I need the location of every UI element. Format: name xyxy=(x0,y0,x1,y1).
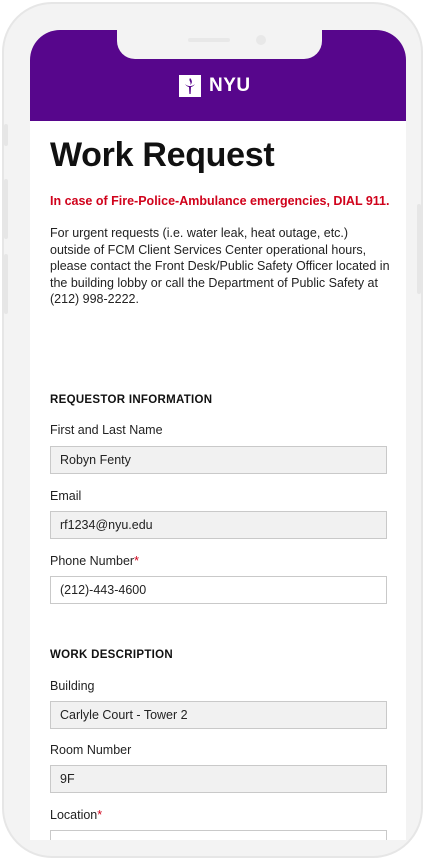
main-content: Work Request In case of Fire-Police-Ambu… xyxy=(50,133,390,308)
side-button xyxy=(4,179,8,239)
phone-notch xyxy=(117,30,322,59)
email-field[interactable]: rf1234@nyu.edu xyxy=(50,511,387,539)
email-label: Email xyxy=(50,489,82,503)
building-field[interactable]: Carlyle Court - Tower 2 xyxy=(50,701,387,729)
location-label: Location* xyxy=(50,808,102,822)
phone-label: Phone Number* xyxy=(50,554,139,568)
location-label-text: Location xyxy=(50,808,98,822)
room-label: Room Number xyxy=(50,743,132,757)
location-field[interactable] xyxy=(50,830,387,840)
required-asterisk: * xyxy=(134,554,139,568)
emergency-notice: In case of Fire-Police-Ambulance emergen… xyxy=(50,194,390,208)
room-field[interactable]: 9F xyxy=(50,765,387,793)
speaker-grille xyxy=(188,38,230,42)
page-title: Work Request xyxy=(50,136,275,174)
building-label: Building xyxy=(50,679,95,693)
side-button xyxy=(4,124,8,146)
phone-label-text: Phone Number xyxy=(50,554,135,568)
side-button xyxy=(4,254,8,314)
phone-field[interactable]: (212)-443-4600 xyxy=(50,576,387,604)
name-label: First and Last Name xyxy=(50,423,163,437)
requestor-section-heading: REQUESTOR INFORMATION xyxy=(50,394,213,406)
screen: NYU Work Request In case of Fire-Police-… xyxy=(30,30,406,840)
required-asterisk: * xyxy=(97,808,103,822)
work-section-heading: WORK DESCRIPTION xyxy=(50,649,173,661)
camera-dot xyxy=(256,35,266,45)
side-button xyxy=(417,204,421,294)
brand-name: NYU xyxy=(209,75,251,96)
nyu-logo[interactable]: NYU xyxy=(179,75,251,97)
phone-frame: NYU Work Request In case of Fire-Police-… xyxy=(2,2,423,858)
torch-icon xyxy=(179,75,201,97)
name-field[interactable]: Robyn Fenty xyxy=(50,446,387,474)
urgent-info-text: For urgent requests (i.e. water leak, he… xyxy=(50,226,390,306)
